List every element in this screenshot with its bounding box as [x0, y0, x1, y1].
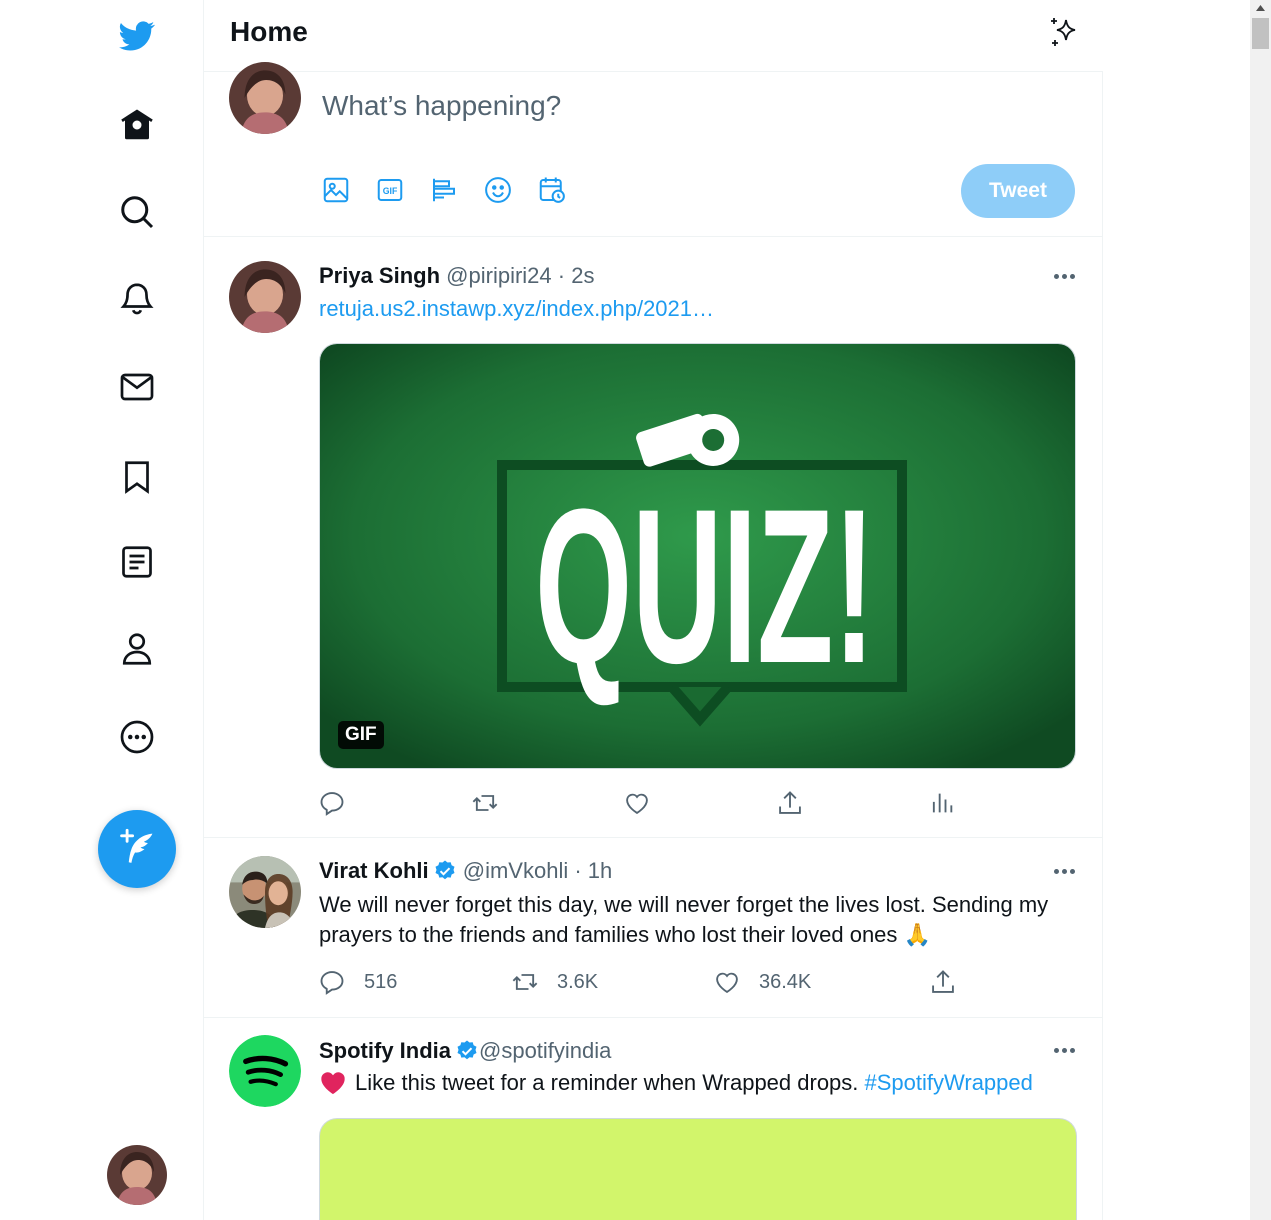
tweet-text: retuja.us2.instawp.xyz/index.php/2021…: [319, 294, 1079, 324]
scroll-up-arrow-icon[interactable]: [1250, 0, 1271, 16]
tweet-header: Priya Singh @piripiri24 · 2s: [319, 263, 594, 289]
media-image-icon[interactable]: [318, 172, 354, 208]
scrollbar-thumb[interactable]: [1252, 18, 1269, 49]
twitter-logo-icon[interactable]: [112, 11, 162, 61]
author-name[interactable]: Virat Kohli: [319, 858, 429, 884]
more-options-icon[interactable]: [112, 712, 162, 762]
account-avatar[interactable]: [107, 1145, 167, 1205]
timeline-header: Home: [204, 0, 1103, 72]
page-scrollbar[interactable]: [1250, 0, 1271, 1220]
tweet-text: Like this tweet for a reminder when Wrap…: [319, 1068, 1079, 1098]
verified-badge-icon: [457, 1040, 477, 1060]
reply-count: 516: [364, 970, 398, 993]
tweet-item[interactable]: Virat Kohli @imVkohli · 1h We will never…: [204, 838, 1103, 1018]
composer-avatar: [229, 62, 301, 134]
tweet-author-avatar[interactable]: [229, 1035, 301, 1107]
bookmarks-icon[interactable]: [112, 452, 162, 502]
heart-icon: [716, 972, 738, 993]
reply-icon: [320, 971, 344, 995]
retweet-button[interactable]: 3.6K: [511, 968, 598, 996]
share-button[interactable]: [776, 789, 804, 817]
emoji-icon[interactable]: [480, 172, 516, 208]
tweet-timestamp[interactable]: 1h: [588, 858, 612, 884]
gif-badge: GIF: [338, 721, 384, 749]
main-timeline: Home GIF Tweet Priya Sing: [203, 0, 1103, 1220]
author-handle[interactable]: @imVkohli: [463, 858, 568, 884]
separator: ·: [557, 263, 566, 288]
hashtag-link[interactable]: #SpotifyWrapped: [865, 1068, 1033, 1098]
tweet-timestamp[interactable]: 2s: [571, 263, 594, 289]
retweet-icon: [512, 974, 538, 990]
author-name[interactable]: Priya Singh: [319, 263, 440, 289]
verified-badge-icon: [435, 860, 455, 880]
gif-icon[interactable]: GIF: [372, 172, 408, 208]
retweet-count: 3.6K: [557, 970, 599, 993]
reply-button[interactable]: 516: [318, 968, 397, 996]
tweet-text: We will never forget this day, we will n…: [319, 892, 1049, 947]
tweet-author-avatar[interactable]: [229, 261, 301, 333]
search-icon[interactable]: [112, 187, 162, 237]
tweet-submit-button[interactable]: Tweet: [961, 164, 1075, 218]
like-count: 36.4K: [759, 970, 812, 993]
tweet-gif-media[interactable]: QUIZ! GIF: [319, 343, 1076, 769]
tweet-body-text: Like this tweet for a reminder when Wrap…: [355, 1070, 865, 1095]
author-handle[interactable]: @spotifyindia: [479, 1038, 611, 1064]
author-handle[interactable]: @piripiri24: [446, 263, 551, 289]
svg-text:GIF: GIF: [383, 186, 398, 196]
tweet-media[interactable]: [319, 1118, 1077, 1220]
page-title: Home: [230, 16, 308, 47]
like-button[interactable]: [623, 789, 651, 817]
tweet-header: Spotify India @spotifyindia: [319, 1038, 611, 1064]
tweet-more-icon[interactable]: [1049, 1040, 1079, 1060]
tweet-header: Virat Kohli @imVkohli · 1h: [319, 858, 612, 884]
whats-happening-input[interactable]: [322, 86, 1062, 126]
retweet-icon: [472, 795, 498, 811]
compose-tweet-button[interactable]: [98, 810, 176, 888]
top-tweets-sparkle-icon[interactable]: [1046, 14, 1082, 50]
quiz-title-text: QUIZ!: [535, 463, 875, 709]
analytics-icon: [932, 793, 953, 813]
retweet-button[interactable]: [471, 789, 499, 817]
author-name[interactable]: Spotify India: [319, 1038, 451, 1064]
schedule-icon[interactable]: [534, 172, 570, 208]
separator: ·: [574, 858, 582, 883]
messages-envelope-icon[interactable]: [112, 362, 162, 412]
tweet-item[interactable]: Priya Singh @piripiri24 · 2s retuja.us2.…: [204, 237, 1103, 838]
analytics-button[interactable]: [928, 789, 956, 817]
profile-icon[interactable]: [112, 624, 162, 674]
red-heart-emoji-icon: [321, 1072, 345, 1095]
tweet-composer: GIF Tweet: [204, 62, 1103, 237]
tweet-author-avatar[interactable]: [229, 856, 301, 928]
poll-icon[interactable]: [426, 172, 462, 208]
quiz-gif-image: QUIZ!: [320, 344, 1075, 768]
tweet-more-icon[interactable]: [1049, 266, 1079, 286]
home-icon[interactable]: [112, 100, 162, 150]
heart-icon: [626, 793, 648, 814]
tweet-item[interactable]: Spotify India @spotifyindia Like this tw…: [204, 1018, 1103, 1220]
share-button[interactable]: [929, 968, 957, 996]
tweet-more-icon[interactable]: [1049, 861, 1079, 881]
like-button[interactable]: 36.4K: [713, 968, 811, 996]
notifications-bell-icon[interactable]: [112, 274, 162, 324]
share-icon: [932, 970, 954, 993]
lists-icon[interactable]: [112, 537, 162, 587]
tweet-link[interactable]: retuja.us2.instawp.xyz/index.php/2021…: [319, 296, 714, 321]
left-navigation: [0, 0, 204, 1220]
reply-button[interactable]: [318, 789, 346, 817]
reply-icon: [320, 792, 344, 816]
share-icon: [779, 791, 801, 814]
feather-plus-icon: [120, 828, 153, 863]
